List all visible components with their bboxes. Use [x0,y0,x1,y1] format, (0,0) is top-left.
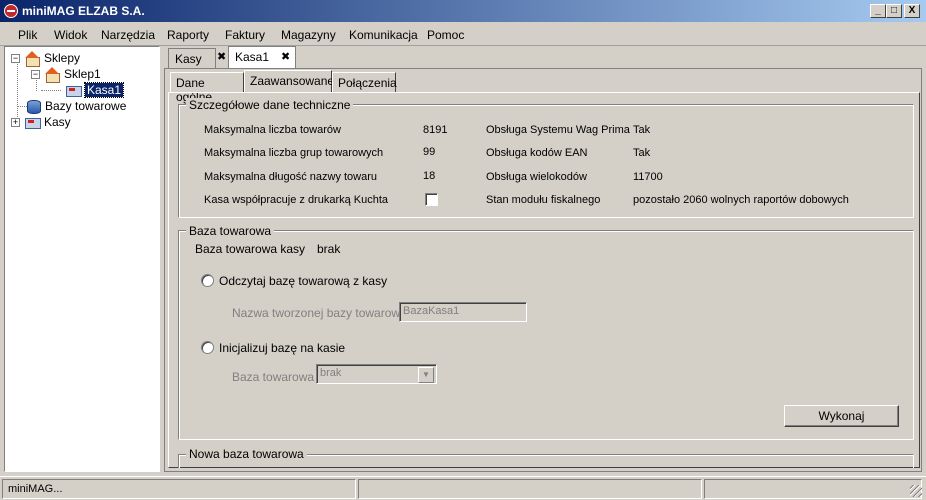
cash-register-icon [65,83,82,97]
menu-faktury[interactable]: Faktury [225,28,265,42]
tree-item-sklepy[interactable]: − Sklepy [11,50,81,67]
expand-icon[interactable]: + [11,117,20,127]
scale-system-label: Obsługa Systemu Wag Prima [486,124,630,136]
shop-home-icon [24,51,40,67]
menu-widok[interactable]: Widok [54,28,87,42]
multicodes-label: Obsługa wielokodów [486,171,587,183]
max-items-label: Maksymalna liczba towarów [204,124,341,136]
tree-item-sklep1[interactable]: − Sklep1 [31,66,101,83]
tree-item-kasy[interactable]: + Kasy [11,114,71,130]
multicodes-value: 11700 [633,171,663,183]
init-database-radio[interactable] [201,341,214,354]
status-pane-middle [358,479,702,499]
menu-bar: Plik Widok Narzędzia Raporty Faktury Mag… [0,22,926,46]
cash-register-icon [24,115,41,129]
menu-narzedzia[interactable]: Narzędzia [101,28,155,42]
init-database-label[interactable]: Inicjalizuj bazę na kasie [219,341,345,355]
collapse-icon[interactable]: − [31,69,40,79]
max-name-length-value: 18 [423,170,436,182]
menu-pomoc[interactable]: Pomoc [427,28,464,42]
shop-home-icon [44,67,60,83]
close-button[interactable]: X [904,4,920,18]
tree-label-kasy: Kasy [44,115,71,129]
tab-dane-ogolne[interactable]: Dane ogólne [170,72,244,104]
kitchen-printer-label: Kasa współpracuje z drukarką Kuchta [204,194,389,206]
menu-raporty[interactable]: Raporty [167,28,209,42]
ean-codes-label: Obsługa kodów EAN [486,147,588,159]
new-database-name-input[interactable]: BazaKasa1 [399,302,527,322]
ean-codes-value: Tak [633,147,651,159]
fiscal-module-label: Stan modułu fiskalnego [486,194,601,206]
tab-kasy[interactable]: Kasy [168,48,216,68]
max-name-length-label: Maksymalna długość nazwy towaru [204,171,378,183]
menu-magazyny[interactable]: Magazyny [281,28,336,42]
tab-kasy-label: Kasy [175,52,202,66]
max-groups-value: 99 [423,146,436,158]
new-database-legend: Nowa baza towarowa [186,447,307,461]
tree-label-kasa1: Kasa1 [83,82,125,98]
status-bar: miniMAG... [0,476,926,500]
tree-label-bazy-towarowe: Bazy towarowe [45,99,127,113]
fiscal-module-value: pozostało 2060 wolnych raportów dobowych [633,194,849,206]
menu-komunikacja[interactable]: Komunikacja [349,28,418,42]
close-tab-kasa1-icon[interactable]: ✖ [281,50,290,63]
tree-item-bazy-towarowe[interactable]: Bazy towarowe [25,98,126,114]
title-bar: miniMAG ELZAB S.A. _ □ X [0,0,926,22]
database-select-value: brak [320,367,342,379]
tab-zaawansowane-label: Zaawansowane [250,74,335,88]
kitchen-printer-checkbox[interactable] [425,193,438,206]
maximize-button[interactable]: □ [886,4,902,18]
register-database-label: Baza towarowa kasy [195,242,306,256]
tree-item-kasa1[interactable]: Kasa1 [65,82,125,98]
window-title: miniMAG ELZAB S.A. [22,4,145,18]
database-icon [25,99,41,114]
max-groups-label: Maksymalna liczba grup towarowych [204,147,384,159]
tab-kasa1-label: Kasa1 [235,50,270,64]
read-database-label[interactable]: Odczytaj bazę towarową z kasy [219,274,387,288]
collapse-icon[interactable]: − [11,53,20,63]
tree-label-sklepy: Sklepy [44,51,81,65]
execute-button[interactable]: Wykonaj [784,405,899,427]
scale-system-value: Tak [633,124,651,136]
tech-details-legend: Szczegółowe dane techniczne [186,98,354,112]
database-combo-label: Baza towarowa [232,370,315,384]
tree-label-sklep1: Sklep1 [64,67,101,81]
max-items-value: 8191 [423,124,448,136]
read-database-radio[interactable] [201,274,214,287]
register-database-value: brak [317,242,341,256]
tab-polaczenia[interactable]: Połączenia [332,72,397,92]
dropdown-arrow-icon[interactable]: ▼ [418,367,434,383]
minimize-button[interactable]: _ [870,4,886,18]
tab-polaczenia-label: Połączenia [338,76,397,90]
menu-plik[interactable]: Plik [18,28,37,42]
resize-grip-icon[interactable] [910,485,922,497]
navigation-tree[interactable]: − Sklepy − Sklep1 Kasa1 Bazy towarowe + … [4,46,160,472]
database-select[interactable]: brak ▼ [316,364,437,384]
goods-database-legend: Baza towarowa [186,224,275,238]
status-text: miniMAG... [8,483,63,495]
close-tab-kasy-icon[interactable]: ✖ [217,50,226,63]
tab-zaawansowane[interactable]: Zaawansowane [244,70,335,93]
status-pane-right [704,479,922,499]
new-database-name-label: Nazwa tworzonej bazy towarowej [232,306,410,320]
app-logo-icon [4,4,18,18]
